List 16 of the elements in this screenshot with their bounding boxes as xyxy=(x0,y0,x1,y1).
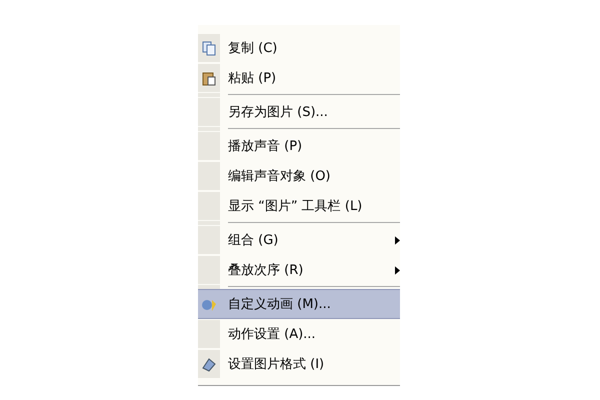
submenu-arrow-icon xyxy=(395,236,400,244)
menu-item[interactable]: 动作设置 (A)... xyxy=(198,319,400,349)
menu-item[interactable]: 设置图片格式 (I) xyxy=(198,349,400,379)
clipboard-icon xyxy=(201,70,217,86)
menu-item[interactable]: 自定义动画 (M)... xyxy=(198,289,400,319)
menu-item[interactable]: 复制 (C) xyxy=(198,33,400,63)
menu-item[interactable]: 组合 (G) xyxy=(198,225,400,255)
menu-item[interactable]: 叠放次序 (R) xyxy=(198,255,400,285)
menu-item[interactable]: 编辑声音对象 (O) xyxy=(198,161,400,191)
submenu-arrow-icon xyxy=(395,266,400,274)
copy-icon xyxy=(201,40,217,56)
menu-item[interactable]: 显示 “图片” 工具栏 (L) xyxy=(198,191,400,221)
menu-item[interactable]: 播放声音 (P) xyxy=(198,131,400,161)
format-icon xyxy=(201,356,217,372)
menu-item[interactable]: 另存为图片 (S)... xyxy=(198,97,400,127)
menu-item[interactable]: 粘贴 (P) xyxy=(198,63,400,93)
